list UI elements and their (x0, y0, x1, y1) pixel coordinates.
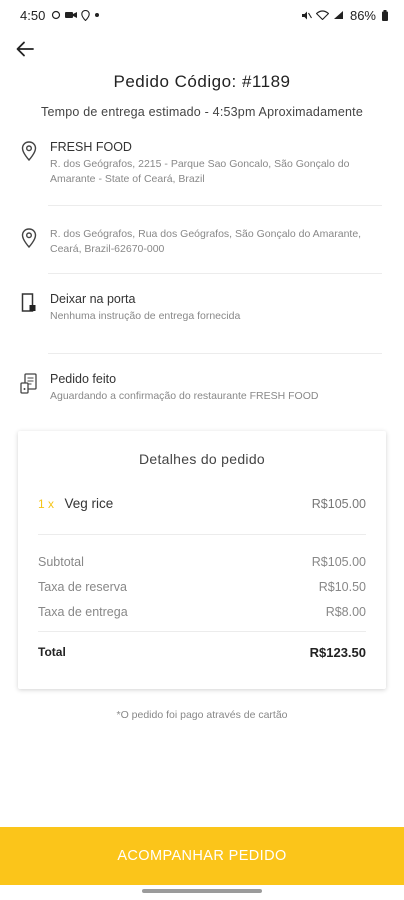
battery-percent: 86% (349, 7, 376, 23)
pickup-text: FRESH FOOD R. dos Geógrafos, 2215 - Parq… (50, 140, 382, 187)
status-time: 4:50 (20, 7, 46, 23)
status-right: 86% (301, 8, 388, 23)
order-status-row: Pedido feito Aguardando a confirmação do… (20, 372, 382, 404)
subtotal-value: R$105.00 (311, 555, 366, 569)
order-status-text: Pedido feito Aguardando a confirmação do… (50, 372, 382, 404)
pickup-location-row: FRESH FOOD R. dos Geógrafos, 2215 - Parq… (20, 140, 382, 187)
total-value: R$123.50 (309, 645, 366, 660)
order-item-price: R$105.00 (311, 497, 366, 511)
location-pin-icon (21, 141, 37, 161)
delivery-fee-value: R$8.00 (325, 605, 366, 619)
back-button[interactable] (12, 36, 38, 62)
divider (48, 353, 382, 354)
order-details-card: Detalhes do pedido 1 x Veg rice R$105.00… (18, 431, 386, 689)
order-placed-icon (20, 373, 37, 394)
notification-icons (51, 9, 100, 21)
signal-icon (333, 11, 343, 19)
dropoff-text: R. dos Geógrafos, Rua dos Geógrafos, São… (50, 227, 382, 257)
location-icon (81, 9, 91, 21)
order-details-title: Detalhes do pedido (138, 451, 266, 467)
sync-icon (52, 10, 61, 20)
door-icon (21, 293, 36, 312)
track-order-button[interactable]: ACOMPANHAR PEDIDO (0, 827, 404, 885)
dropoff-location-icon-wrap (20, 227, 38, 257)
restaurant-address: R. dos Geógrafos, 2215 - Parque Sao Gonc… (50, 158, 350, 185)
booking-fee-label: Taxa de reserva (38, 580, 127, 594)
delivery-address: R. dos Geógrafos, Rua dos Geógrafos, São… (50, 228, 362, 255)
divider (48, 273, 382, 274)
delivery-instruction-title: Deixar na porta (50, 292, 136, 306)
system-icons (301, 10, 344, 21)
restaurant-name: FRESH FOOD (50, 140, 132, 154)
subtotal-line: Subtotal R$105.00 (38, 555, 366, 569)
booking-fee-value: R$10.50 (318, 580, 366, 594)
video-icon (65, 12, 78, 18)
payment-note: *O pedido foi pago através de cartão (116, 709, 288, 721)
pickup-location-icon-wrap (20, 140, 38, 187)
delivery-instruction-text: Deixar na porta Nenhuma instrução de ent… (50, 292, 382, 324)
dot-icon (95, 13, 100, 17)
total-line: Total R$123.50 (38, 645, 366, 660)
order-item-name: Veg rice (64, 496, 114, 511)
delivery-fee-line: Taxa de entrega R$8.00 (38, 605, 366, 619)
card-divider (38, 631, 366, 632)
status-bar: 4:50 86% (0, 0, 404, 30)
battery-icon (382, 9, 388, 21)
page-title: Pedido Código: #1189 (113, 72, 291, 91)
order-item: 1 x Veg rice R$105.00 (38, 495, 366, 513)
door-icon-wrap (20, 292, 38, 324)
total-label: Total (38, 645, 66, 659)
order-status-title: Pedido feito (50, 372, 117, 386)
delivery-instruction-note: Nenhuma instrução de entrega fornecida (50, 310, 241, 322)
delivery-instruction-row: Deixar na porta Nenhuma instrução de ent… (20, 292, 382, 324)
location-pin-icon (21, 228, 37, 248)
delivery-fee-label: Taxa de entrega (38, 605, 128, 619)
arrow-left-icon (16, 41, 34, 57)
booking-fee-line: Taxa de reserva R$10.50 (38, 580, 366, 594)
order-item-left: 1 x Veg rice (38, 495, 113, 513)
subtotal-label: Subtotal (38, 555, 84, 569)
order-status-icon-wrap (20, 372, 38, 404)
status-left: 4:50 (20, 8, 100, 23)
mute-icon (301, 11, 312, 19)
estimated-delivery-time: Tempo de entrega estimado - 4:53pm Aprox… (41, 105, 363, 119)
order-status-note: Aguardando a confirmação do restaurante … (50, 390, 319, 402)
order-item-qty: 1 x (38, 497, 55, 511)
dropoff-location-row: R. dos Geógrafos, Rua dos Geógrafos, São… (20, 227, 382, 257)
wifi-icon (315, 10, 329, 20)
home-indicator[interactable] (142, 889, 262, 893)
divider (48, 205, 382, 206)
card-divider (38, 534, 366, 535)
